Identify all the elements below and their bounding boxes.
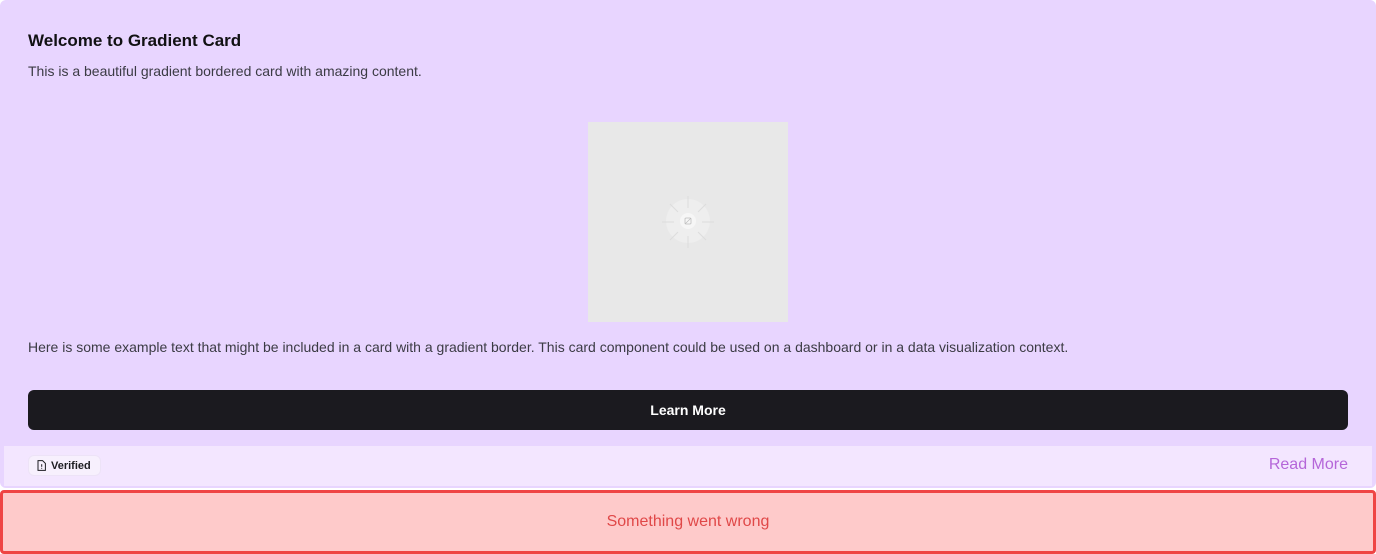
card-description: This is a beautiful gradient bordered ca… — [28, 63, 422, 79]
file-alert-icon — [37, 460, 46, 471]
error-banner: Something went wrong — [0, 490, 1376, 554]
card-footer — [4, 446, 1372, 486]
image-placeholder — [588, 122, 788, 322]
verified-badge: Verified — [28, 455, 101, 476]
image-placeholder-icon — [662, 196, 714, 248]
badge-label: Verified — [51, 459, 91, 472]
read-more-link[interactable]: Read More — [1269, 456, 1348, 474]
learn-more-button[interactable]: Learn More — [28, 390, 1348, 430]
card-title: Welcome to Gradient Card — [28, 31, 242, 50]
gradient-card: Welcome to Gradient Card This is a beaut… — [0, 0, 1376, 488]
error-message: Something went wrong — [606, 513, 770, 530]
card-body-text: Here is some example text that might be … — [28, 339, 1069, 355]
